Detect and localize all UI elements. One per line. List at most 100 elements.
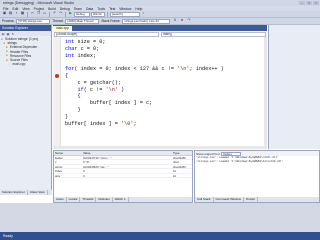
menu-test[interactable]: Test — [109, 7, 115, 11]
tree-item[interactable]: ▫ main.cpp — [0, 62, 51, 66]
tab-autos[interactable]: Autos — [54, 197, 67, 202]
find-icon[interactable]: ⌕ — [141, 12, 146, 17]
tab-output[interactable]: Output — [244, 197, 258, 202]
properties-icon[interactable]: ▤ — [1, 32, 5, 36]
redo-icon[interactable]: ↷ — [58, 12, 63, 17]
copy-icon[interactable]: ❐ — [36, 12, 41, 17]
tree-item-label: main.cpp — [12, 62, 26, 67]
save-all-icon[interactable]: ▦ — [20, 12, 25, 17]
status-text: Ready — [3, 234, 13, 238]
minimize-button[interactable]: – — [299, 0, 305, 5]
tab-locals[interactable]: Locals — [67, 197, 81, 202]
new-project-icon[interactable]: ▣ — [2, 12, 7, 17]
code-line: { — [65, 93, 81, 100]
tab-class-view[interactable]: Class View — [28, 190, 48, 195]
autos-cell-value: 0 '\0' — [83, 160, 90, 164]
toolbar-separator — [65, 11, 66, 17]
debug-window-tabs: Autos Locals Threads Modules Watch 1 — [54, 197, 192, 202]
code-line: int index; — [65, 52, 97, 59]
platform-dropdown[interactable]: Win32 — [91, 11, 105, 17]
code-line: char c = 0; — [65, 45, 100, 52]
menu-debug[interactable]: Debug — [60, 7, 70, 11]
stop-icon[interactable]: ■ — [179, 19, 184, 24]
open-file-icon[interactable]: ▤ — [8, 12, 13, 17]
thread-dropdown[interactable]: [4960] Main Thread — [65, 18, 100, 24]
menu-build[interactable]: Build — [48, 7, 56, 11]
autos-cell-type: char[128] — [173, 164, 186, 168]
toolbar-separator — [49, 11, 50, 17]
autos-cell-name: c — [55, 160, 57, 164]
continue-icon[interactable]: ▶ — [68, 12, 73, 17]
autos-cell-type: int — [173, 173, 177, 177]
autos-cell-type: char — [173, 160, 179, 164]
cut-icon[interactable]: ✂ — [30, 12, 35, 17]
menu-tools[interactable]: Tools — [97, 7, 105, 11]
output-window-tabs: Call Stack Command Window Output — [195, 197, 319, 202]
breakpoint-icon[interactable] — [55, 74, 59, 79]
code-line: if( c != '\n' ) — [77, 86, 125, 93]
code-line: for( index = 0; index < 127 && c != '\n'… — [65, 66, 224, 73]
menu-project[interactable]: Project — [34, 7, 45, 11]
tab-watch-1[interactable]: Watch 1 — [113, 197, 129, 202]
autos-cell-value: 0x0034f740 "Hmm…" — [83, 155, 112, 159]
code-line: int size = 0; — [65, 39, 106, 45]
menu-window[interactable]: Window — [119, 7, 131, 11]
step-over-icon[interactable]: ↷ — [186, 19, 191, 24]
member-dropdown[interactable]: main() — [161, 31, 266, 37]
autos-cell-type: int — [173, 169, 177, 173]
output-window: Show output from: Debug 'strings.exe': L… — [194, 150, 320, 203]
tab-modules[interactable]: Modules — [96, 197, 113, 202]
autos-window: Name Value Type buffer 0x0034f740 "Hmm…" c… — [53, 150, 193, 203]
output-source-dropdown[interactable]: Debug — [221, 151, 242, 156]
menu-view[interactable]: View — [22, 7, 29, 11]
editor-vertical-scrollbar[interactable] — [264, 37, 267, 146]
breakpoint-gutter[interactable] — [53, 37, 61, 149]
column-value[interactable]: Value — [82, 151, 172, 154]
code-line: c = getchar(); — [65, 79, 122, 86]
refresh-icon[interactable]: ↻ — [11, 32, 15, 36]
autos-cell-type: char[128] — [173, 155, 186, 159]
code-lines: int size = 0; char c = 0; int index; for( … — [65, 39, 224, 127]
tab-command-window[interactable]: Command Window — [214, 197, 244, 202]
autos-cell-value: 0x0034f620 "He…" — [83, 164, 109, 168]
menu-edit[interactable]: Edit — [12, 7, 18, 11]
stack-frame-dropdown[interactable]: strings.exe!main() Line 22 — [122, 18, 171, 24]
menu-file[interactable]: File — [3, 7, 8, 11]
autos-rows: buffer 0x0034f740 "Hmm…" char[128] c 0 '\0' c… — [54, 155, 192, 178]
find-combo[interactable]: [search] — [110, 11, 140, 17]
scope-dropdown[interactable]: (Global Scope) — [54, 31, 159, 37]
code-line: { — [65, 72, 69, 79]
menu-help[interactable]: Help — [135, 7, 142, 11]
debug-location-toolbar: Process: [6728] strings.exe Thread: [496… — [0, 18, 320, 25]
maximize-button[interactable]: □ — [306, 0, 312, 5]
column-type[interactable]: Type — [172, 151, 192, 154]
stack-frame-label: Stack Frame: — [101, 19, 121, 23]
undo-icon[interactable]: ↶ — [52, 12, 57, 17]
empty-dock-area — [0, 203, 320, 232]
show-all-files-icon[interactable]: ▦ — [6, 32, 10, 36]
folder-icon: ■ — [6, 53, 8, 58]
tab-main-cpp[interactable]: main.cpp — [53, 26, 72, 31]
column-name[interactable]: Name — [54, 151, 82, 154]
paste-icon[interactable]: ▭ — [42, 12, 47, 17]
tab-threads[interactable]: Threads — [80, 197, 97, 202]
solution-tree: ■ Solution 'strings' (1 proj ■ strings ■ Exte… — [0, 36, 51, 67]
pause-icon[interactable]: Ⅱ — [172, 19, 177, 24]
save-icon[interactable]: ▪ — [14, 12, 19, 17]
window-controls: – □ × — [299, 0, 319, 5]
editor-horizontal-scrollbar[interactable] — [53, 146, 267, 149]
tab-solution-explorer[interactable]: Solution Explorer — [0, 190, 28, 195]
autos-cell-name: index — [55, 169, 63, 173]
config-dropdown[interactable]: Debug — [74, 11, 90, 17]
code-area[interactable]: int size = 0; char c = 0; int index; for( … — [53, 37, 267, 149]
solution-explorer-panel: Solution Explorer ▤ ▦ ↻ ■ Solution 'strin… — [0, 25, 52, 195]
autos-row[interactable]: size 0 int — [54, 173, 192, 178]
close-button[interactable]: × — [313, 0, 319, 5]
process-dropdown[interactable]: [6728] strings.exe — [16, 18, 51, 24]
menu-data[interactable]: Data — [86, 7, 93, 11]
window-title: strings (Debugging) - Microsoft Visual S… — [3, 0, 75, 5]
tab-call-stack[interactable]: Call Stack — [195, 197, 214, 202]
menu-team[interactable]: Team — [74, 7, 82, 11]
autos-cell-name: string — [55, 164, 63, 168]
solution-tabs: Solution Explorer Class View — [0, 190, 52, 195]
